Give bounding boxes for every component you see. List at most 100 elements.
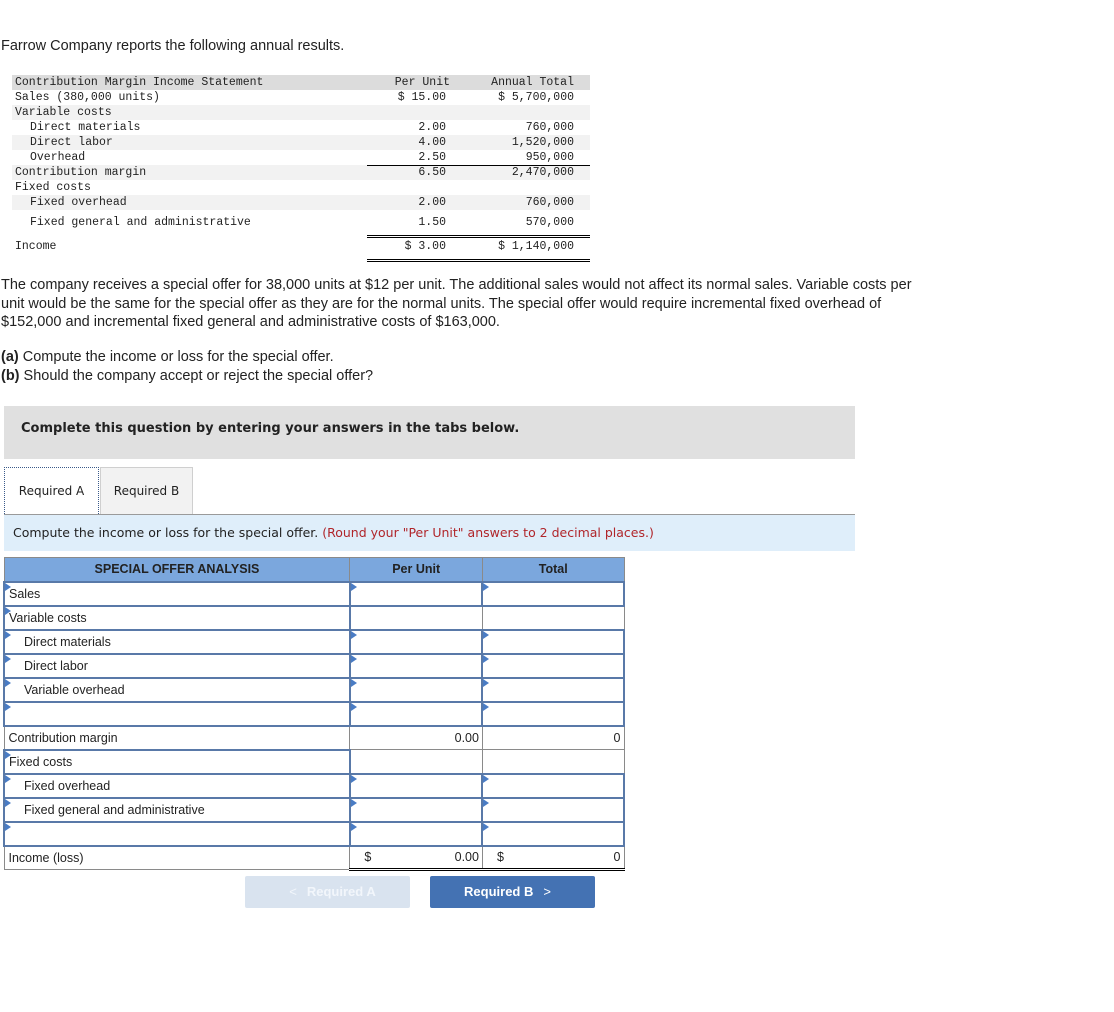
per-unit-input[interactable]	[348, 796, 484, 823]
label-cell[interactable]	[3, 820, 351, 847]
total-field[interactable]	[483, 799, 623, 820]
table-row: Direct materials	[3, 628, 625, 655]
total-input[interactable]	[481, 796, 625, 823]
statement-row: Fixed overhead 2.00 760,000	[12, 195, 590, 210]
per-unit-field[interactable]	[350, 679, 482, 700]
total-input[interactable]	[481, 820, 625, 847]
intro-text: Farrow Company reports the following ann…	[1, 38, 345, 54]
per-unit-input[interactable]	[348, 628, 484, 655]
rounding-note: (Round your "Per Unit" answers to 2 deci…	[322, 525, 654, 540]
input-flag-icon	[483, 798, 490, 807]
total-cell	[481, 605, 625, 630]
annual-total-header: Annual Total	[491, 76, 574, 89]
prev-required-a-button[interactable]: < Required A	[245, 876, 410, 908]
question-a: (a) Compute the income or loss for the s…	[1, 348, 373, 367]
per-unit-header: Per Unit	[394, 76, 450, 89]
statement-title: Contribution Margin Income Statement	[15, 76, 264, 89]
button-label: Required B	[464, 884, 534, 899]
tab-required-b[interactable]: Required B	[100, 467, 193, 514]
per-unit-field[interactable]	[350, 799, 482, 820]
chevron-left-icon: <	[289, 884, 297, 899]
computed-value: 0.00	[454, 730, 479, 745]
row-label: Sales	[9, 586, 41, 601]
row-label: Sales (380,000 units)	[15, 91, 160, 104]
input-flag-icon	[5, 678, 11, 687]
input-flag-icon	[350, 630, 357, 639]
per-unit-input[interactable]	[348, 676, 484, 703]
total-field[interactable]	[483, 775, 623, 796]
input-flag-icon	[5, 822, 11, 831]
row-label: Income	[15, 240, 57, 253]
total-input[interactable]	[481, 676, 625, 703]
input-flag-icon	[483, 822, 490, 831]
row-label: Fixed general and administrative	[24, 802, 205, 817]
row-annual-total: 760,000	[525, 121, 574, 134]
total-field[interactable]	[483, 679, 623, 700]
input-flag-icon	[5, 606, 11, 615]
row-label: Direct labor	[24, 658, 88, 673]
per-unit-field[interactable]	[350, 655, 482, 676]
row-per-unit: 2.50	[418, 151, 446, 164]
total-input[interactable]	[481, 772, 625, 799]
table-row: Direct labor	[3, 652, 625, 679]
input-flag-icon	[350, 774, 357, 783]
per-unit-field[interactable]	[350, 703, 482, 724]
input-flag-icon	[483, 678, 490, 687]
row-label: Variable overhead	[24, 682, 125, 697]
tab-required-a[interactable]: Required A	[4, 467, 99, 514]
input-flag-icon	[483, 654, 490, 663]
per-unit-field[interactable]	[350, 823, 482, 844]
total-field[interactable]	[483, 703, 623, 724]
label-cell[interactable]: Variable costs	[3, 604, 351, 631]
row-label: Fixed general and administrative	[30, 216, 251, 229]
problem-paragraph: The company receives a special offer for…	[1, 277, 912, 330]
label-cell[interactable]: Fixed general and administrative	[3, 796, 351, 823]
per-unit-cell: $0.00	[349, 845, 483, 871]
total-field[interactable]	[483, 583, 623, 604]
row-per-unit: 2.00	[418, 121, 446, 134]
per-unit-input[interactable]	[348, 652, 484, 679]
per-unit-field[interactable]	[350, 583, 482, 604]
per-unit-input[interactable]	[348, 820, 484, 847]
total-input[interactable]	[481, 700, 625, 727]
label-cell[interactable]: Direct labor	[3, 652, 351, 679]
per-unit-input[interactable]	[348, 772, 484, 799]
table-row: Fixed overhead	[3, 772, 625, 799]
label-cell[interactable]: Sales	[3, 580, 351, 607]
total-field[interactable]	[483, 823, 623, 844]
label-cell[interactable]	[3, 700, 351, 727]
table-header-row: SPECIAL OFFER ANALYSIS Per Unit Total	[3, 557, 625, 582]
per-unit-input[interactable]	[348, 580, 484, 607]
currency-symbol: $	[364, 849, 372, 864]
statement-row: Direct materials 2.00 760,000	[12, 120, 590, 135]
per-unit-cell	[349, 749, 483, 774]
per-unit-input[interactable]	[348, 700, 484, 727]
total-input[interactable]	[481, 652, 625, 679]
statement-row: Fixed general and administrative 1.50 57…	[12, 210, 590, 235]
question-list: (a) Compute the income or loss for the s…	[1, 348, 373, 385]
statement-row: Overhead 2.50 950,000	[12, 150, 590, 165]
per-unit-field[interactable]	[350, 775, 482, 796]
label-cell: Income (loss)	[3, 845, 351, 870]
label-cell: Contribution margin	[3, 725, 351, 750]
table-row: Fixed costs	[3, 748, 625, 775]
row-per-unit: $ 15.00	[397, 91, 446, 104]
row-label: Income (loss)	[8, 850, 84, 865]
question-b: (b) Should the company accept or reject …	[1, 367, 373, 386]
label-cell[interactable]: Direct materials	[3, 628, 351, 655]
row-annual-total: 1,520,000	[511, 136, 574, 149]
total-input[interactable]	[481, 628, 625, 655]
per-unit-field[interactable]	[350, 631, 482, 652]
next-required-b-button[interactable]: Required B >	[430, 876, 595, 908]
total-field[interactable]	[483, 631, 623, 652]
table-row: Income (loss) $0.00 $0	[3, 845, 625, 871]
label-cell[interactable]: Fixed overhead	[3, 772, 351, 799]
label-cell[interactable]: Fixed costs	[3, 748, 351, 775]
total-field[interactable]	[483, 655, 623, 676]
row-per-unit: 2.00	[418, 196, 446, 209]
label-cell[interactable]: Variable overhead	[3, 676, 351, 703]
row-annual-total: $ 5,700,000	[498, 91, 574, 104]
table-row: Variable costs	[3, 604, 625, 631]
input-flag-icon	[350, 702, 357, 711]
total-input[interactable]	[481, 580, 625, 607]
